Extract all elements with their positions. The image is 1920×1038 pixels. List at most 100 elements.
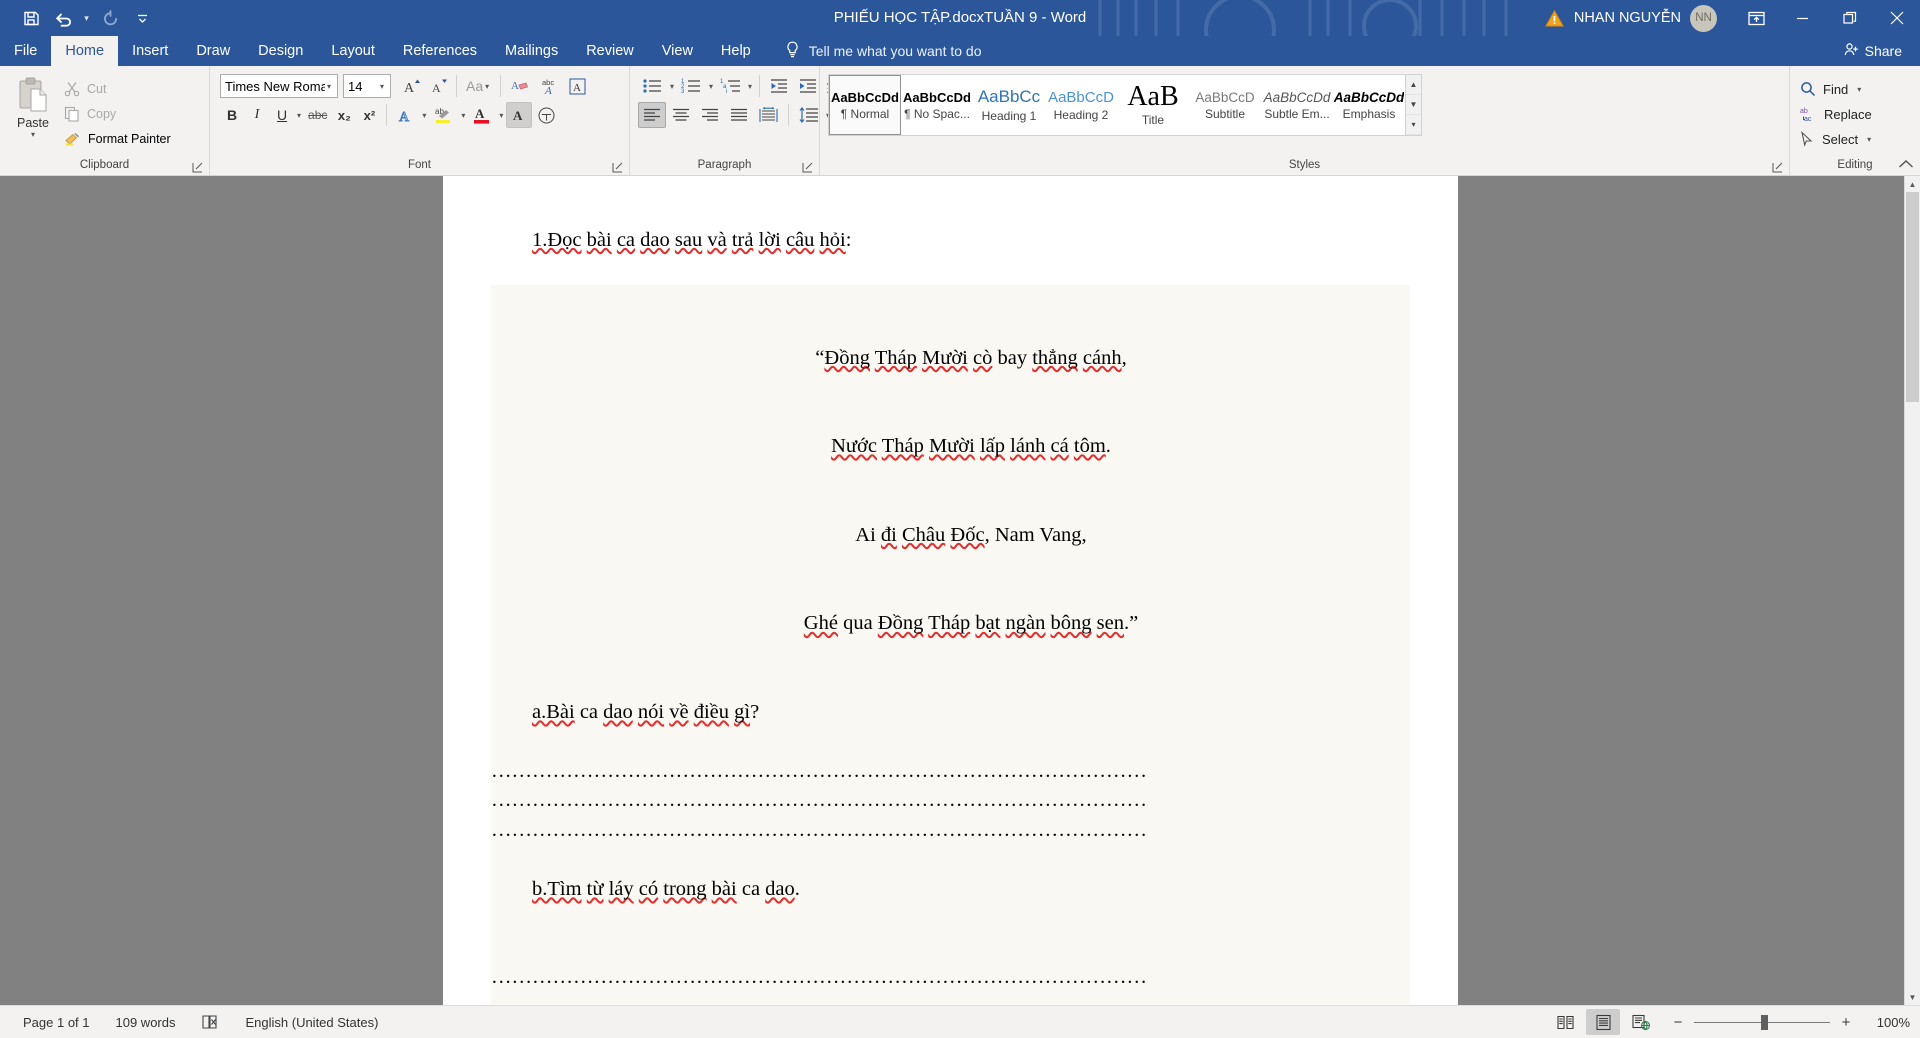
style-normal[interactable]: AaBbCcDd ¶ Normal: [829, 75, 901, 135]
center-button[interactable]: [667, 102, 695, 128]
tab-mailings[interactable]: Mailings: [491, 36, 572, 66]
numbering-dropdown-icon[interactable]: ▾: [707, 82, 715, 91]
phonetic-guide-button[interactable]: abc A: [535, 73, 563, 99]
select-dropdown-icon[interactable]: ▾: [1865, 135, 1873, 144]
minimize-button[interactable]: [1779, 0, 1826, 36]
document-canvas[interactable]: 1.Đọc bài ca dao sau và trả lời câu hỏi:…: [0, 176, 1920, 1005]
warning-triangle-icon[interactable]: [1544, 9, 1564, 27]
styles-scroll-up-icon[interactable]: ▲: [1406, 75, 1421, 95]
styles-gallery-scroll[interactable]: ▲ ▼ ▾: [1405, 75, 1421, 135]
font-color-button[interactable]: A: [468, 102, 496, 128]
document-page[interactable]: 1.Đọc bài ca dao sau và trả lời câu hỏi:…: [443, 176, 1458, 1005]
collapse-ribbon-button[interactable]: [1898, 159, 1914, 173]
strikethrough-button[interactable]: abc: [304, 102, 331, 128]
style-title[interactable]: AaB Title: [1117, 75, 1189, 135]
ribbon-display-options-button[interactable]: [1733, 0, 1779, 36]
find-button[interactable]: Find ▾: [1796, 77, 1877, 101]
scroll-up-icon[interactable]: ▲: [1905, 176, 1920, 192]
multilevel-list-dropdown-icon[interactable]: ▾: [746, 82, 754, 91]
copy-button[interactable]: Copy: [60, 102, 175, 125]
zoom-out-button[interactable]: −: [1672, 1014, 1684, 1031]
character-shading-button[interactable]: A: [506, 102, 533, 128]
font-name-input[interactable]: Times New Roman ▾: [220, 74, 338, 98]
text-effects-dropdown-icon[interactable]: ▾: [420, 111, 428, 120]
vertical-scrollbar[interactable]: ▲ ▼: [1904, 176, 1920, 1005]
tab-references[interactable]: References: [389, 36, 491, 66]
bold-button[interactable]: B: [220, 102, 244, 128]
print-layout-view-button[interactable]: [1586, 1009, 1620, 1035]
paste-dropdown-icon[interactable]: ▾: [29, 130, 37, 139]
tab-layout[interactable]: Layout: [317, 36, 389, 66]
highlight-dropdown-icon[interactable]: ▾: [459, 111, 467, 120]
character-border-button[interactable]: A: [564, 73, 591, 99]
tab-file[interactable]: File: [0, 36, 51, 66]
tab-insert[interactable]: Insert: [118, 36, 182, 66]
tab-view[interactable]: View: [648, 36, 707, 66]
user-name[interactable]: NHAN NGUYỄN: [1574, 10, 1681, 26]
font-dialog-launcher[interactable]: [611, 162, 623, 174]
web-layout-view-button[interactable]: [1624, 1009, 1658, 1035]
zoom-slider[interactable]: − +: [1662, 1014, 1862, 1031]
distributed-button[interactable]: [754, 102, 783, 128]
clear-formatting-button[interactable]: A: [506, 73, 534, 99]
tab-draw[interactable]: Draw: [182, 36, 244, 66]
align-right-button[interactable]: [696, 102, 724, 128]
replace-button[interactable]: ab ac Replace: [1796, 102, 1877, 126]
format-painter-button[interactable]: Format Painter: [60, 127, 175, 150]
change-case-dropdown-icon[interactable]: ▾: [483, 82, 491, 91]
align-left-button[interactable]: [638, 102, 666, 128]
styles-dialog-launcher[interactable]: [1771, 162, 1783, 174]
restore-button[interactable]: [1826, 0, 1873, 36]
zoom-thumb[interactable]: [1761, 1014, 1768, 1030]
undo-dropdown-icon[interactable]: ▾: [80, 4, 93, 32]
underline-dropdown-icon[interactable]: ▾: [295, 111, 303, 120]
justify-button[interactable]: [725, 102, 753, 128]
tab-review[interactable]: Review: [572, 36, 648, 66]
redo-button[interactable]: [95, 4, 125, 32]
style-subtitle[interactable]: AaBbCcD Subtitle: [1189, 75, 1261, 135]
scrollbar-thumb[interactable]: [1906, 192, 1919, 402]
page-indicator[interactable]: Page 1 of 1: [10, 1015, 103, 1030]
superscript-button[interactable]: x²: [357, 102, 381, 128]
underline-button[interactable]: U: [270, 102, 294, 128]
styles-scroll-down-icon[interactable]: ▼: [1406, 95, 1421, 115]
find-dropdown-icon[interactable]: ▾: [1855, 85, 1863, 94]
undo-button[interactable]: [48, 4, 78, 32]
tab-help[interactable]: Help: [707, 36, 765, 66]
zoom-in-button[interactable]: +: [1840, 1014, 1852, 1031]
numbering-button[interactable]: 123: [677, 73, 706, 99]
scroll-down-icon[interactable]: ▼: [1905, 989, 1920, 1005]
font-size-input[interactable]: 14 ▾: [343, 74, 391, 98]
word-count[interactable]: 109 words: [103, 1015, 189, 1030]
save-button[interactable]: [16, 4, 46, 32]
tell-me-search[interactable]: Tell me what you want to do: [765, 36, 982, 66]
style-emphasis[interactable]: AaBbCcDd Emphasis: [1333, 75, 1405, 135]
bullets-button[interactable]: [638, 73, 667, 99]
font-name-dropdown-icon[interactable]: ▾: [325, 82, 333, 91]
cut-button[interactable]: Cut: [60, 77, 175, 100]
text-effects-button[interactable]: A: [392, 102, 419, 128]
tab-home[interactable]: Home: [51, 36, 119, 66]
share-button[interactable]: Share: [1844, 36, 1920, 66]
shrink-font-button[interactable]: A: [425, 73, 451, 99]
avatar[interactable]: NN: [1690, 4, 1717, 32]
close-button[interactable]: [1873, 0, 1920, 36]
style-heading-2[interactable]: AaBbCcD Heading 2: [1045, 75, 1117, 135]
line-spacing-button[interactable]: [794, 102, 823, 128]
zoom-track[interactable]: [1694, 1014, 1830, 1030]
style-heading-1[interactable]: AaBbCc Heading 1: [973, 75, 1045, 135]
increase-indent-button[interactable]: [794, 73, 822, 99]
paste-button[interactable]: Paste ▾: [6, 73, 60, 139]
grow-font-button[interactable]: A: [398, 73, 424, 99]
decrease-indent-button[interactable]: [765, 73, 793, 99]
zoom-level[interactable]: 100%: [1866, 1015, 1910, 1030]
enclose-characters-button[interactable]: [533, 102, 560, 128]
font-size-dropdown-icon[interactable]: ▾: [378, 82, 386, 91]
multilevel-list-button[interactable]: 1ai: [716, 73, 745, 99]
language-indicator[interactable]: English (United States): [232, 1015, 391, 1030]
bullets-dropdown-icon[interactable]: ▾: [668, 82, 676, 91]
paragraph-dialog-launcher[interactable]: [801, 162, 813, 174]
highlight-button[interactable]: ab: [429, 102, 458, 128]
subscript-button[interactable]: x₂: [332, 102, 356, 128]
document-body[interactable]: 1.Đọc bài ca dao sau và trả lời câu hỏi:…: [443, 176, 1458, 1005]
